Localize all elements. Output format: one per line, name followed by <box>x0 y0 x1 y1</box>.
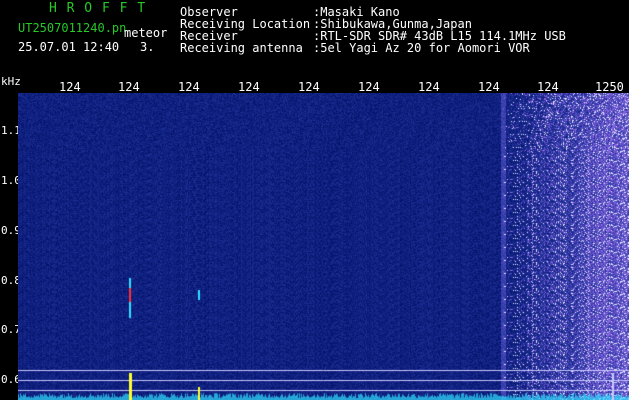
waterfall-spectrogram <box>18 93 629 400</box>
antenna-value: :5el Yagi Az 20 for Aomori VOR <box>313 41 530 55</box>
x-tick-label: 124 <box>537 80 559 94</box>
x-tick-label: 124 <box>418 80 440 94</box>
x-tick-label: 124 <box>298 80 320 94</box>
x-tick-label: 124 <box>358 80 380 94</box>
x-tick-label: 124 <box>59 80 81 94</box>
y-axis-unit: kHz <box>1 75 21 88</box>
x-tick-label: 124 <box>118 80 140 94</box>
antenna-label: Receiving antenna <box>180 41 303 55</box>
detection-count: 3. <box>140 40 155 54</box>
x-tick-label: 124 <box>178 80 200 94</box>
mode-label: meteor <box>124 26 168 40</box>
app-title: H R O F F T <box>49 1 147 16</box>
file-name: UT2507011240.pn <box>18 21 127 35</box>
date-time: 25.07.01 12:40 <box>18 40 120 54</box>
x-tick-label: 1250 <box>595 80 624 94</box>
x-tick-label: 124 <box>238 80 260 94</box>
x-tick-label: 124 <box>478 80 500 94</box>
waterfall-screen: H R O F F T UT2507011240.pn meteor 25.07… <box>0 0 629 400</box>
